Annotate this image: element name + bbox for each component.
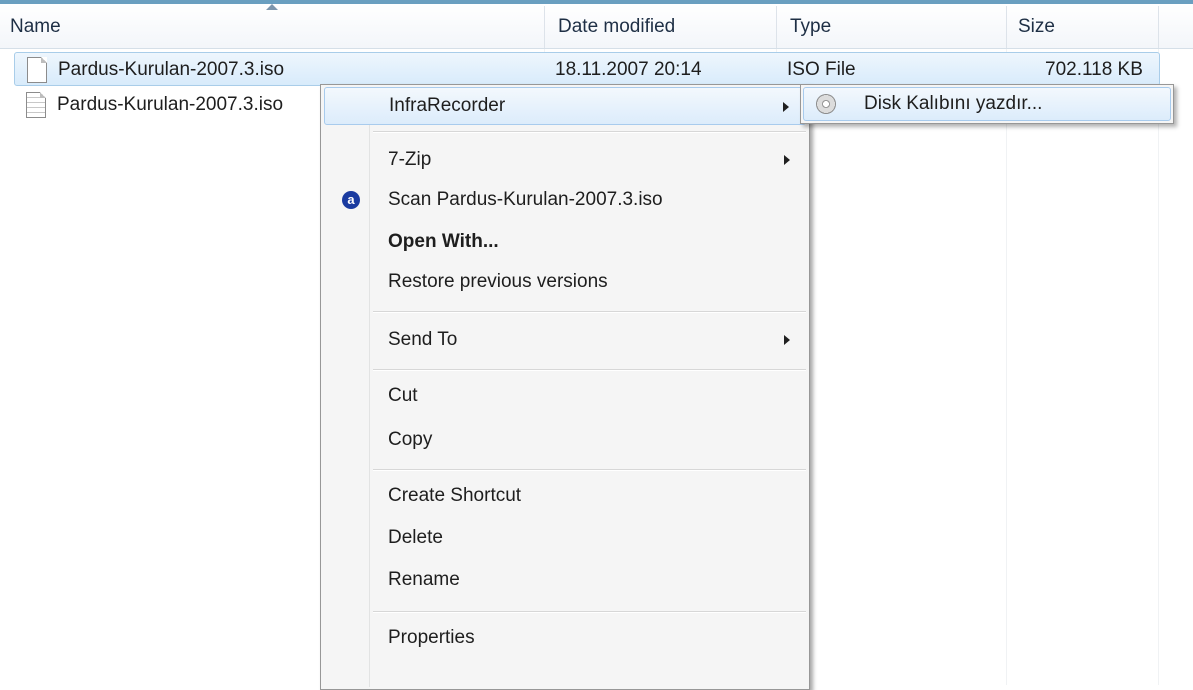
column-header-type[interactable]: Type — [780, 4, 1006, 48]
column-divider[interactable] — [544, 6, 545, 48]
menu-item-label: Scan Pardus-Kurulan-2007.3.iso — [388, 189, 663, 210]
menu-separator — [373, 369, 806, 371]
menu-item-rename[interactable]: Rename — [324, 561, 806, 599]
menu-item-open-with[interactable]: Open With... — [324, 223, 806, 261]
column-header-size[interactable]: Size — [1008, 4, 1158, 48]
antivirus-scan-icon: a — [342, 191, 360, 209]
menu-item-label: Copy — [388, 429, 433, 450]
submenu-arrow-icon — [784, 155, 790, 165]
menu-item-create-shortcut[interactable]: Create Shortcut — [324, 477, 806, 515]
column-header: Name Date modified Type Size — [0, 4, 1193, 49]
submenu-arrow-icon — [783, 102, 789, 112]
menu-item-label: Cut — [388, 385, 418, 406]
column-divider[interactable] — [1006, 6, 1007, 48]
menu-item-copy[interactable]: Copy — [324, 421, 806, 459]
menu-separator — [373, 611, 806, 613]
disc-icon — [816, 94, 836, 114]
sort-ascending-icon — [266, 4, 278, 10]
menu-item-send-to[interactable]: Send To — [324, 321, 806, 359]
menu-item-label: Properties — [388, 627, 475, 648]
menu-item-label: 7-Zip — [388, 149, 432, 170]
menu-item-label: Delete — [388, 527, 443, 548]
menu-separator — [373, 131, 806, 133]
menu-item-label: Disk Kalıbını yazdır... — [864, 93, 1043, 114]
column-header-name-label: Name — [10, 16, 61, 37]
column-header-date-label: Date modified — [558, 16, 676, 37]
file-name: Pardus-Kurulan-2007.3.iso — [58, 59, 285, 80]
menu-item-scan[interactable]: a Scan Pardus-Kurulan-2007.3.iso — [324, 181, 806, 219]
menu-item-7zip[interactable]: 7-Zip — [324, 141, 806, 179]
column-header-size-label: Size — [1018, 16, 1055, 37]
menu-item-label: Create Shortcut — [388, 485, 522, 506]
column-header-date[interactable]: Date modified — [548, 4, 776, 48]
file-date-modified: 18.11.2007 20:14 — [555, 59, 702, 80]
text-file-icon — [26, 92, 46, 118]
submenu-arrow-icon — [784, 335, 790, 345]
column-header-type-label: Type — [790, 16, 832, 37]
menu-item-cut[interactable]: Cut — [324, 377, 806, 415]
menu-item-label: Rename — [388, 569, 460, 590]
menu-item-burn-disc-image[interactable]: Disk Kalıbını yazdır... — [803, 87, 1171, 121]
menu-item-label: Restore previous versions — [388, 271, 608, 292]
menu-item-restore-previous-versions[interactable]: Restore previous versions — [324, 263, 806, 301]
file-row[interactable]: Pardus-Kurulan-2007.3.iso — [14, 88, 334, 122]
menu-separator — [373, 469, 806, 471]
menu-item-label: InfraRecorder — [389, 95, 506, 116]
file-name: Pardus-Kurulan-2007.3.iso — [57, 94, 284, 115]
context-menu: InfraRecorder 7-Zip a Scan Pardus-Kurula… — [320, 84, 810, 690]
file-type: ISO File — [787, 59, 856, 80]
column-divider[interactable] — [776, 6, 777, 48]
column-header-name[interactable]: Name — [0, 4, 544, 48]
file-size: 702.118 KB — [1045, 59, 1143, 80]
file-row-selected[interactable]: Pardus-Kurulan-2007.3.iso 18.11.2007 20:… — [14, 52, 1160, 86]
blank-file-icon — [27, 57, 47, 83]
menu-item-label: Open With... — [388, 231, 499, 252]
menu-item-delete[interactable]: Delete — [324, 519, 806, 557]
menu-separator — [373, 311, 806, 313]
column-guide-line — [1158, 49, 1159, 685]
infrarecorder-submenu: Disk Kalıbını yazdır... — [800, 84, 1174, 124]
menu-item-properties[interactable]: Properties — [324, 619, 806, 657]
column-guide-line — [1006, 49, 1007, 685]
menu-item-label: Send To — [388, 329, 458, 350]
menu-item-infrarecorder[interactable]: InfraRecorder — [324, 87, 806, 125]
column-divider[interactable] — [1158, 6, 1159, 48]
